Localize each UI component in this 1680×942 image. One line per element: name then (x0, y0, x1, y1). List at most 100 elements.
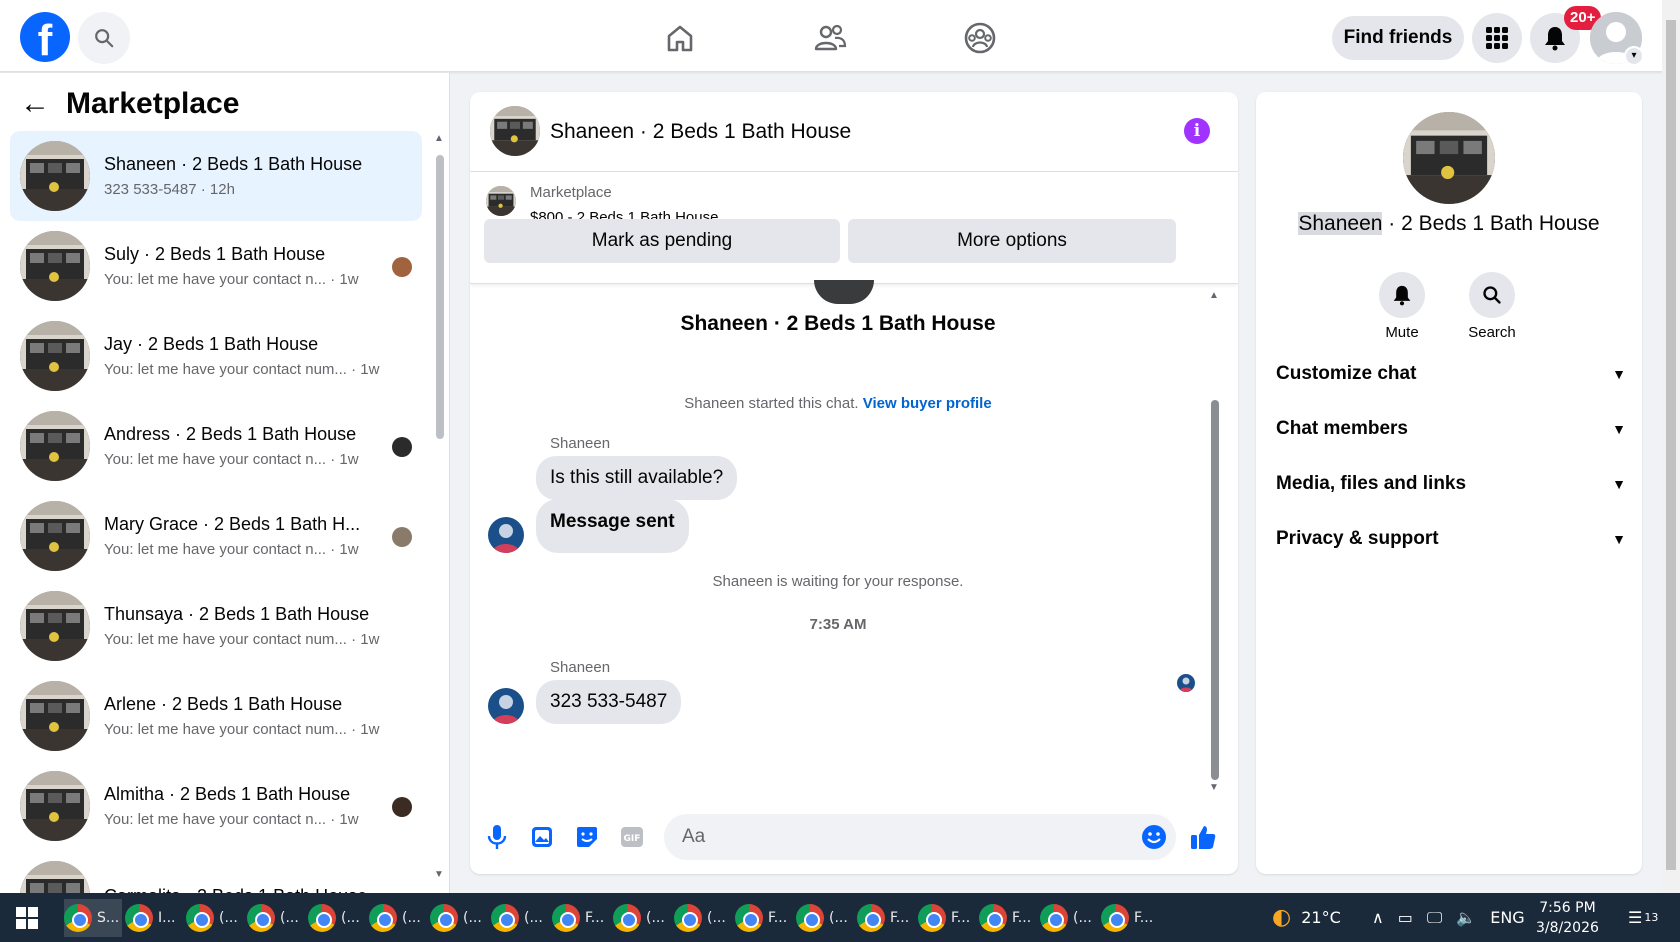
nav-home[interactable] (658, 16, 702, 60)
scrollbar-thumb[interactable] (1211, 400, 1219, 780)
scroll-up-arrow-icon[interactable]: ▲ (434, 133, 444, 144)
taskbar-app[interactable]: F... (918, 899, 976, 937)
chrome-icon (857, 904, 885, 932)
conversation-item[interactable]: Jay · 2 Beds 1 Bath House You: let me hav… (10, 311, 422, 401)
message-bubble[interactable]: Is this still available? (536, 456, 738, 500)
taskbar-app[interactable]: (... (613, 899, 671, 937)
chevron-down-icon[interactable]: ▾ (1624, 46, 1644, 66)
device-icon[interactable]: ▭ (1398, 908, 1413, 927)
taskbar-app[interactable]: (... (308, 899, 366, 937)
mute-action[interactable]: Mute (1372, 272, 1432, 341)
search-label: Search (1468, 324, 1516, 341)
sidebar-scrollbar[interactable]: ▲ ▼ (434, 133, 444, 880)
emoji-button[interactable] (1139, 822, 1169, 852)
facebook-logo[interactable]: f (20, 12, 70, 62)
search-in-chat-button[interactable] (1469, 272, 1515, 318)
taskbar-app[interactable]: (... (369, 899, 427, 937)
conversation-name: Almitha · 2 Beds 1 Bath House (104, 784, 351, 804)
media-files-links-section[interactable]: Media, files and links ▼ (1276, 464, 1626, 504)
more-options-button[interactable]: More options (848, 219, 1176, 263)
conversation-item[interactable]: Thunsaya · 2 Beds 1 Bath House You: let m… (10, 581, 422, 671)
listing-thumbnail (20, 321, 90, 391)
message-bubble[interactable]: 323 533-5487 (536, 680, 682, 724)
details-title-rest: · 2 Beds 1 Bath House (1382, 212, 1600, 235)
search-button[interactable] (78, 12, 130, 64)
taskbar-app[interactable]: F... (735, 899, 793, 937)
taskbar-app[interactable]: S... (64, 899, 122, 937)
taskbar-app[interactable]: (... (186, 899, 244, 937)
attach-photo-button[interactable] (527, 822, 557, 852)
network-icon[interactable]: 🖵 (1427, 908, 1442, 928)
volume-icon[interactable]: 🔈 (1456, 908, 1476, 927)
taskbar-app[interactable]: F... (979, 899, 1037, 937)
listing-thumbnail[interactable] (490, 106, 540, 156)
scroll-up-arrow-icon[interactable]: ▲ (1209, 290, 1219, 301)
chat-title[interactable]: Shaneen · 2 Beds 1 Bath House (550, 120, 851, 144)
seen-indicator-avatar (1177, 674, 1195, 692)
taskbar-app-label: F... (951, 910, 971, 926)
taskbar-app[interactable]: (... (430, 899, 488, 937)
privacy-support-section[interactable]: Privacy & support ▼ (1276, 519, 1626, 559)
notification-center[interactable]: ☰ 13 (1628, 893, 1658, 942)
listing-large-thumbnail[interactable] (1403, 112, 1495, 204)
mark-as-pending-button[interactable]: Mark as pending (484, 219, 840, 263)
conversation-item[interactable]: Almitha · 2 Beds 1 Bath House You: let me… (10, 761, 422, 851)
language-indicator[interactable]: ENG (1490, 908, 1524, 927)
sender-avatar[interactable] (488, 517, 524, 553)
conversation-preview: You: let me have your contact n... · 1w (104, 271, 359, 288)
conversation-item[interactable]: Suly · 2 Beds 1 Bath House You: let me ha… (10, 221, 422, 311)
page-title: Marketplace (66, 87, 240, 120)
section-label: Chat members (1276, 418, 1408, 439)
nav-groups[interactable] (958, 16, 1002, 60)
sender-avatar[interactable] (488, 688, 524, 724)
chevron-up-icon[interactable]: ∧ (1372, 908, 1384, 927)
bell-icon (1393, 285, 1411, 306)
conversation-item[interactable]: Arlene · 2 Beds 1 Bath House You: let me … (10, 671, 422, 761)
message-input[interactable] (664, 814, 1176, 860)
taskbar-app[interactable]: (... (1040, 899, 1098, 937)
search-action[interactable]: Search (1462, 272, 1522, 341)
message-bubble[interactable]: Message sent (536, 499, 689, 553)
windows-start-icon[interactable] (16, 907, 38, 929)
gif-button[interactable]: GIF (617, 822, 647, 852)
listing-small-thumbnail[interactable] (486, 186, 516, 216)
window-scrollbar[interactable] (1662, 0, 1680, 893)
scrollbar-thumb[interactable] (436, 155, 444, 439)
weather-widget[interactable]: ◐ 21°C (1272, 893, 1341, 942)
scroll-down-arrow-icon[interactable]: ▼ (434, 869, 444, 880)
taskbar-app[interactable]: F... (552, 899, 610, 937)
conversation-item[interactable]: Carmalita · 2 Beds 1 Bath House (10, 851, 422, 893)
taskbar-app[interactable]: (... (796, 899, 854, 937)
conversation-item[interactable]: Andress · 2 Beds 1 Bath House You: let me… (10, 401, 422, 491)
conversation-text: Almitha · 2 Beds 1 Bath House You: let me… (104, 784, 384, 828)
thread-scrollbar[interactable]: ▲ ▼ (1209, 290, 1219, 793)
menu-button[interactable] (1472, 13, 1522, 63)
taskbar-app[interactable]: F... (1101, 899, 1159, 937)
taskbar-app[interactable]: (... (491, 899, 549, 937)
taskbar-app[interactable]: (... (247, 899, 305, 937)
conversation-item[interactable]: Shaneen · 2 Beds 1 Bath House 323 533-548… (10, 131, 422, 221)
conversation-name: Mary Grace · 2 Beds 1 Bath H... (104, 514, 361, 534)
info-icon[interactable]: i (1184, 118, 1210, 144)
seen-avatar (392, 437, 412, 457)
sticker-button[interactable] (572, 822, 602, 852)
chrome-icon (674, 904, 702, 932)
like-button[interactable] (1188, 822, 1218, 852)
taskbar-app[interactable]: I... (125, 899, 183, 937)
taskbar-app[interactable]: (... (674, 899, 732, 937)
clock[interactable]: 7:56 PM 3/8/2026 (1536, 898, 1599, 938)
chat-members-section[interactable]: Chat members ▼ (1276, 409, 1626, 449)
customize-chat-section[interactable]: Customize chat ▼ (1276, 354, 1626, 394)
scroll-down-arrow-icon[interactable]: ▼ (1209, 782, 1219, 793)
conversation-item[interactable]: Mary Grace · 2 Beds 1 Bath H... You: let … (10, 491, 422, 581)
window-scrollbar-thumb[interactable] (1666, 20, 1676, 870)
nav-friends[interactable] (808, 16, 852, 60)
listing-thumbnail (20, 681, 90, 751)
back-arrow-icon[interactable]: ← (20, 87, 50, 121)
find-friends-button[interactable]: Find friends (1332, 16, 1464, 60)
voice-clip-button[interactable] (482, 822, 512, 852)
mute-button[interactable] (1379, 272, 1425, 318)
conversation-text: Arlene · 2 Beds 1 Bath House You: let me … (104, 694, 384, 738)
view-buyer-profile-link[interactable]: View buyer profile (863, 395, 992, 412)
taskbar-app[interactable]: F... (857, 899, 915, 937)
